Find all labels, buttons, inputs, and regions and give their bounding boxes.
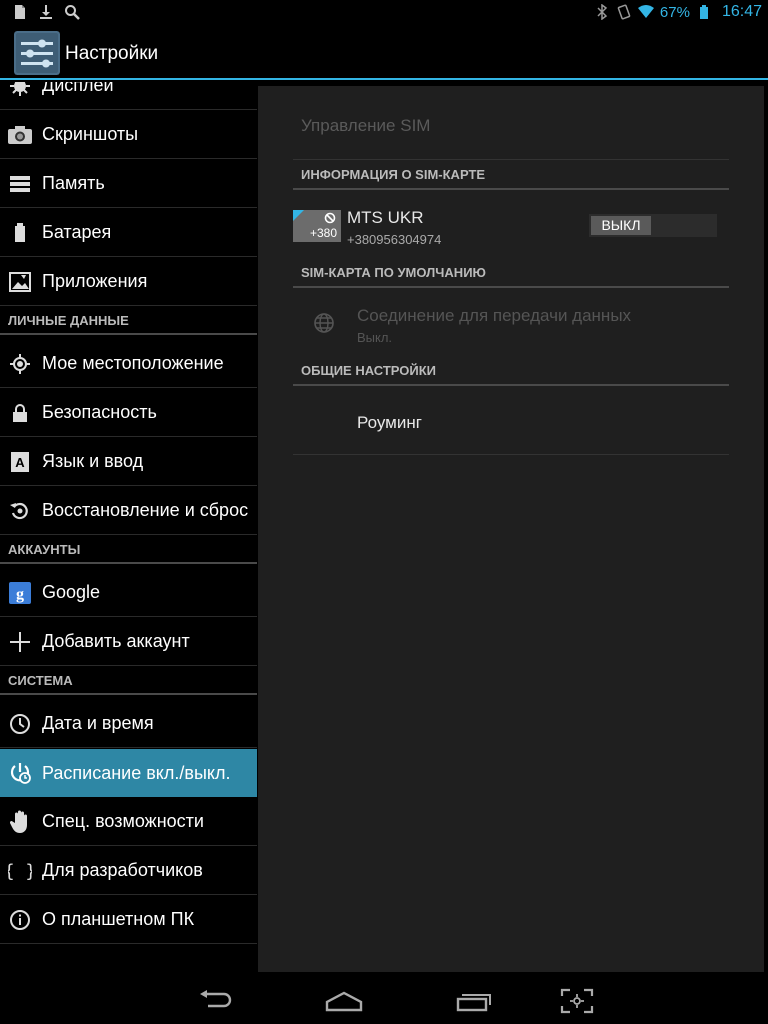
section-header-system: СИСТЕМА bbox=[0, 670, 257, 695]
screenshot-button[interactable] bbox=[553, 986, 601, 1016]
display-icon bbox=[6, 82, 34, 100]
sidebar-item-add-account[interactable]: Добавить аккаунт bbox=[0, 618, 257, 666]
sidebar-item-security[interactable]: Безопасность bbox=[0, 389, 257, 437]
sim-toggle[interactable]: ВЫКЛ bbox=[589, 214, 717, 237]
data-connection-title: Соединение для передачи данных bbox=[357, 306, 632, 325]
sim-badge: +380 bbox=[293, 210, 341, 242]
sidebar-item-label: Приложения bbox=[42, 271, 148, 291]
power-schedule-icon bbox=[6, 759, 34, 787]
sidebar-item-location[interactable]: Мое местоположение bbox=[0, 340, 257, 388]
settings-list[interactable]: Дисплей Скриншоты Память Батарея Приложе… bbox=[0, 82, 257, 974]
vibrate-icon bbox=[617, 4, 631, 20]
blocked-icon bbox=[324, 212, 336, 224]
sidebar-item-label: Дисплей bbox=[42, 82, 114, 95]
sidebar-item-label: Язык и ввод bbox=[42, 451, 144, 471]
data-connection-summary: Выкл. bbox=[357, 330, 393, 345]
sim-number: +380956304974 bbox=[347, 232, 442, 247]
detail-pane: Управление SIM ИНФОРМАЦИЯ О SIM-КАРТЕ +3… bbox=[258, 86, 764, 972]
back-button[interactable] bbox=[192, 986, 240, 1016]
hand-icon bbox=[6, 808, 34, 836]
screenshot-icon bbox=[560, 988, 594, 1014]
download-icon bbox=[40, 5, 52, 19]
sidebar-item-accessibility[interactable]: Спец. возможности bbox=[0, 798, 257, 846]
sidebar-item-label: Мое местоположение bbox=[42, 353, 224, 373]
sidebar-item-language[interactable]: A Язык и ввод bbox=[0, 438, 257, 486]
recent-apps-button[interactable] bbox=[449, 986, 497, 1016]
sidebar-item-label: Расписание вкл./выкл. bbox=[42, 762, 231, 783]
navigation-bar bbox=[0, 976, 768, 1024]
bluetooth-icon bbox=[597, 4, 608, 20]
sim-corner-marker bbox=[293, 210, 304, 221]
sim-toggle-label: ВЫКЛ bbox=[591, 216, 651, 235]
sidebar-item-label: Батарея bbox=[42, 222, 112, 242]
sidebar-item-apps[interactable]: Приложения bbox=[0, 258, 257, 306]
svg-text:g: g bbox=[16, 586, 24, 603]
camera-icon bbox=[6, 121, 34, 149]
sidebar-item-label: Безопасность bbox=[42, 402, 157, 422]
sidebar-item-label: Спец. возможности bbox=[42, 811, 204, 831]
search-icon bbox=[65, 5, 80, 20]
google-icon: g bbox=[6, 579, 34, 607]
section-header-accounts: АККАУНТЫ bbox=[0, 539, 257, 564]
sidebar-item-label: Добавить аккаунт bbox=[42, 631, 190, 651]
sidebar-item-storage[interactable]: Память bbox=[0, 160, 257, 208]
battery-icon bbox=[699, 5, 708, 19]
section-header-personal: ЛИЧНЫЕ ДАННЫЕ bbox=[0, 310, 257, 335]
sidebar-item-battery[interactable]: Батарея bbox=[0, 209, 257, 257]
svg-text:A: A bbox=[15, 455, 25, 470]
home-icon bbox=[325, 991, 363, 1012]
battery-percent: 67% bbox=[659, 3, 690, 21]
detail-title: Управление SIM bbox=[301, 116, 431, 135]
sidebar-item-developer-options[interactable]: { } Для разработчиков bbox=[0, 847, 257, 895]
section-header-default-sim: SIM-КАРТА ПО УМОЛЧАНИЮ bbox=[293, 263, 729, 288]
wifi-icon bbox=[637, 5, 654, 18]
apps-icon bbox=[6, 268, 34, 296]
sidebar-item-power-schedule[interactable]: Расписание вкл./выкл. bbox=[0, 749, 257, 797]
sim-card-row[interactable]: +380 MTS UKR +380956304974 ВЫКЛ bbox=[293, 204, 729, 254]
lock-icon bbox=[6, 399, 34, 427]
sidebar-item-label: О планшетном ПК bbox=[42, 909, 195, 929]
back-icon bbox=[200, 990, 232, 1008]
status-bar: 67% 16:47 bbox=[0, 0, 768, 25]
svg-text:{ }: { } bbox=[8, 861, 32, 882]
section-header-general: ОБЩИЕ НАСТРОЙКИ bbox=[293, 361, 729, 386]
sidebar-item-google[interactable]: g Google bbox=[0, 569, 257, 617]
location-icon bbox=[6, 350, 34, 378]
sim-name: MTS UKR bbox=[347, 208, 424, 227]
storage-icon bbox=[6, 170, 34, 198]
battery-icon bbox=[6, 219, 34, 247]
sidebar-item-label: Восстановление и сброс bbox=[42, 500, 249, 520]
sidebar-item-label: Скриншоты bbox=[42, 124, 139, 144]
sidebar-item-label: Для разработчиков bbox=[42, 860, 203, 880]
sim-badge-label: +380 bbox=[309, 226, 337, 240]
globe-icon bbox=[314, 313, 334, 333]
braces-icon: { } bbox=[6, 857, 34, 885]
sidebar-item-about-tablet[interactable]: О планшетном ПК bbox=[0, 896, 257, 944]
clock-icon bbox=[6, 710, 34, 738]
divider bbox=[293, 454, 729, 455]
info-icon bbox=[6, 906, 34, 934]
sidebar-item-label: Google bbox=[42, 582, 101, 602]
keyboard-icon: A bbox=[6, 448, 34, 476]
action-bar: Настройки bbox=[0, 25, 768, 80]
sidebar-item-display[interactable]: Дисплей bbox=[0, 82, 257, 110]
sidebar-item-screenshots[interactable]: Скриншоты bbox=[0, 111, 257, 159]
sidebar-item-backup-reset[interactable]: Восстановление и сброс bbox=[0, 487, 257, 535]
backup-icon bbox=[6, 497, 34, 525]
plus-icon bbox=[6, 628, 34, 656]
home-button[interactable] bbox=[320, 986, 368, 1016]
document-icon bbox=[15, 5, 25, 19]
sidebar-item-label: Дата и время bbox=[42, 713, 154, 733]
roaming-item[interactable]: Роуминг bbox=[357, 413, 422, 433]
clock: 16:47 bbox=[721, 3, 762, 20]
settings-app-icon[interactable] bbox=[14, 31, 60, 75]
section-header-sim-info: ИНФОРМАЦИЯ О SIM-КАРТЕ bbox=[293, 165, 729, 190]
page-title: Настройки bbox=[65, 43, 159, 64]
sidebar-item-date-time[interactable]: Дата и время bbox=[0, 700, 257, 748]
divider bbox=[293, 159, 729, 160]
sidebar-item-label: Память bbox=[42, 173, 105, 193]
data-connection-row[interactable]: Соединение для передачи данных Выкл. bbox=[293, 298, 729, 358]
recent-apps-icon bbox=[456, 994, 491, 1012]
